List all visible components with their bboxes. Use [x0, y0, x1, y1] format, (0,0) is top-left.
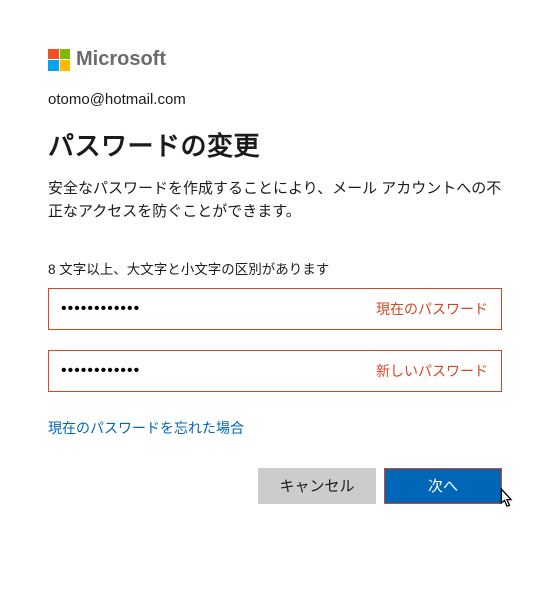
microsoft-logo: Microsoft	[48, 48, 502, 71]
cancel-button[interactable]: キャンセル	[258, 468, 376, 504]
next-button[interactable]: 次へ	[384, 468, 502, 504]
page-title: パスワードの変更	[48, 126, 502, 163]
password-hint: 8 文字以上、大文字と小文字の区別があります	[48, 258, 502, 278]
page-description: 安全なパスワードを作成することにより、メール アカウントへの不正なアクセスを防ぐ…	[48, 177, 502, 224]
forgot-password-link[interactable]: 現在のパスワードを忘れた場合	[48, 418, 244, 438]
current-password-row: 現在のパスワード	[48, 288, 502, 330]
microsoft-logo-text: Microsoft	[76, 48, 166, 71]
new-password-input[interactable]	[48, 350, 502, 392]
current-password-input[interactable]	[48, 288, 502, 330]
new-password-row: 新しいパスワード	[48, 350, 502, 392]
button-row: キャンセル 次へ	[48, 468, 502, 504]
microsoft-logo-icon	[48, 49, 70, 71]
account-email: otomo@hotmail.com	[48, 91, 502, 108]
